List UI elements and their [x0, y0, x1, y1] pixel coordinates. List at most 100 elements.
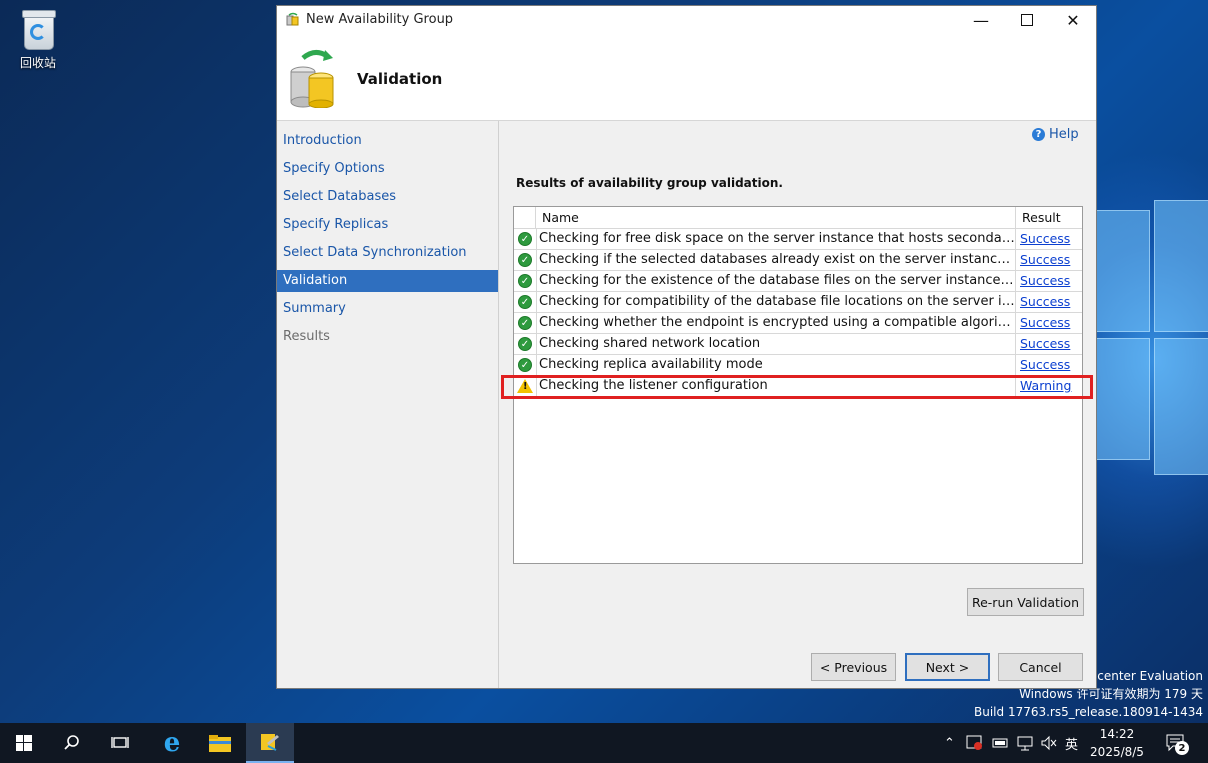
- windows-logo-backdrop: [1096, 200, 1208, 500]
- nav-item-summary[interactable]: Summary: [277, 298, 498, 320]
- check-name: Checking whether the endpoint is encrypt…: [536, 313, 1016, 333]
- minimize-button[interactable]: —: [958, 6, 1004, 34]
- minimize-icon: —: [973, 10, 989, 30]
- next-button[interactable]: Next >: [905, 653, 990, 681]
- ime-indicator[interactable]: 英: [1065, 723, 1078, 763]
- volume-muted-icon: [1041, 735, 1057, 751]
- result-link[interactable]: Success: [1016, 229, 1082, 249]
- help-link[interactable]: ? Help: [1032, 127, 1079, 142]
- check-name: Checking if the selected databases alrea…: [536, 250, 1016, 270]
- success-icon-cell: ✓: [514, 271, 537, 291]
- check-name: Checking shared network location: [536, 334, 1016, 354]
- help-label: Help: [1049, 127, 1079, 142]
- clock-time: 14:22: [1099, 727, 1135, 741]
- cancel-button[interactable]: Cancel: [998, 653, 1083, 681]
- success-icon-cell: ✓: [514, 229, 537, 249]
- dialog-title: New Availability Group: [306, 12, 454, 27]
- grid-header: Name Result: [514, 207, 1082, 229]
- title-bar[interactable]: New Availability Group — ✕: [277, 6, 1096, 34]
- internet-explorer-icon: e: [163, 728, 181, 758]
- new-availability-group-dialog: New Availability Group — ✕ Validation In…: [276, 5, 1097, 689]
- result-column-header[interactable]: Result: [1016, 207, 1082, 228]
- wizard-nav: Introduction Specify Options Select Data…: [277, 121, 499, 688]
- table-row[interactable]: ✓ Checking for the existence of the data…: [514, 271, 1082, 292]
- result-link[interactable]: Success: [1016, 250, 1082, 270]
- nav-item-introduction[interactable]: Introduction: [277, 130, 498, 152]
- section-label: Results of availability group validation…: [516, 176, 783, 190]
- nav-item-select-data-synchronization[interactable]: Select Data Synchronization: [277, 242, 498, 264]
- windows-start-icon: [16, 735, 32, 751]
- nav-item-specify-replicas[interactable]: Specify Replicas: [277, 214, 498, 236]
- task-view-icon: [111, 737, 129, 748]
- search-button[interactable]: [48, 723, 96, 763]
- sql-management-studio-icon: [261, 734, 279, 751]
- security-alert-icon: [966, 735, 982, 750]
- task-view-button[interactable]: [96, 723, 144, 763]
- success-icon-cell: ✓: [514, 292, 537, 312]
- search-icon: [64, 735, 79, 750]
- success-icon: ✓: [518, 232, 532, 246]
- success-icon: ✓: [518, 295, 532, 309]
- ssms-taskbar-button[interactable]: [246, 723, 294, 763]
- maximize-button[interactable]: [1004, 6, 1050, 34]
- result-link[interactable]: Success: [1016, 313, 1082, 333]
- table-row[interactable]: ✓ Checking for free disk space on the se…: [514, 229, 1082, 250]
- tray-device-icon[interactable]: [992, 723, 1008, 763]
- table-row[interactable]: ✓ Checking shared network location Succe…: [514, 334, 1082, 355]
- database-sync-icon: [290, 50, 334, 108]
- status-column-header: [514, 207, 536, 228]
- tray-network-icon[interactable]: [1016, 723, 1034, 763]
- recycle-bin[interactable]: 回收站: [10, 8, 66, 71]
- table-row[interactable]: ✓ Checking replica availability mode Suc…: [514, 355, 1082, 376]
- result-link[interactable]: Success: [1016, 334, 1082, 354]
- chevron-up-icon: ⌃: [944, 735, 955, 751]
- show-hidden-icons[interactable]: ⌃: [944, 723, 955, 763]
- availability-group-icon: [286, 12, 299, 26]
- internet-explorer-button[interactable]: e: [148, 723, 196, 763]
- tray-volume-icon[interactable]: [1040, 723, 1058, 763]
- nav-item-results: Results: [283, 329, 330, 344]
- table-row[interactable]: ✓ Checking if the selected databases alr…: [514, 250, 1082, 271]
- success-icon: ✓: [518, 253, 532, 267]
- start-button[interactable]: [0, 723, 48, 763]
- device-icon: [992, 738, 1008, 748]
- rerun-validation-button[interactable]: Re-run Validation: [967, 588, 1084, 616]
- result-link[interactable]: Success: [1016, 292, 1082, 312]
- recycle-bin-label: 回收站: [19, 56, 56, 70]
- nav-item-validation[interactable]: Validation: [277, 270, 498, 292]
- name-column-header[interactable]: Name: [536, 207, 1016, 228]
- taskbar: e ⌃ 英 14:22 2025/8/5 2: [0, 723, 1208, 763]
- success-icon: ✓: [518, 358, 532, 372]
- nav-item-specify-options[interactable]: Specify Options: [277, 158, 498, 180]
- success-icon: ✓: [518, 274, 532, 288]
- success-icon: ✓: [518, 337, 532, 351]
- check-name: Checking for compatibility of the databa…: [536, 292, 1016, 312]
- maximize-icon: [1021, 14, 1033, 26]
- success-icon-cell: ✓: [514, 355, 537, 375]
- nav-item-select-databases[interactable]: Select Databases: [277, 186, 498, 208]
- page-title: Validation: [357, 70, 443, 88]
- taskbar-clock[interactable]: 14:22 2025/8/5: [1082, 725, 1152, 761]
- validation-content: ? Help Results of availability group val…: [499, 121, 1096, 688]
- success-icon-cell: ✓: [514, 334, 537, 354]
- close-icon: ✕: [1066, 10, 1080, 30]
- action-center-button[interactable]: 2: [1166, 723, 1189, 763]
- clock-date: 2025/8/5: [1090, 745, 1144, 759]
- help-icon: ?: [1032, 128, 1045, 141]
- table-row[interactable]: ✓ Checking for compatibility of the data…: [514, 292, 1082, 313]
- watermark-line: Build 17763.rs5_release.180914-1434: [974, 705, 1203, 719]
- result-link[interactable]: Success: [1016, 355, 1082, 375]
- close-button[interactable]: ✕: [1050, 6, 1096, 34]
- table-row[interactable]: ✓ Checking whether the endpoint is encry…: [514, 313, 1082, 334]
- check-name: Checking replica availability mode: [536, 355, 1016, 375]
- notification-count-badge: 2: [1175, 741, 1189, 755]
- file-explorer-button[interactable]: [196, 723, 244, 763]
- network-icon: [1017, 736, 1033, 751]
- tray-security-icon[interactable]: [966, 723, 984, 763]
- recycle-bin-icon: [20, 8, 56, 50]
- check-name: Checking for free disk space on the serv…: [536, 229, 1016, 249]
- success-icon-cell: ✓: [514, 313, 537, 333]
- result-link[interactable]: Success: [1016, 271, 1082, 291]
- check-name: Checking for the existence of the databa…: [536, 271, 1016, 291]
- previous-button[interactable]: < Previous: [811, 653, 896, 681]
